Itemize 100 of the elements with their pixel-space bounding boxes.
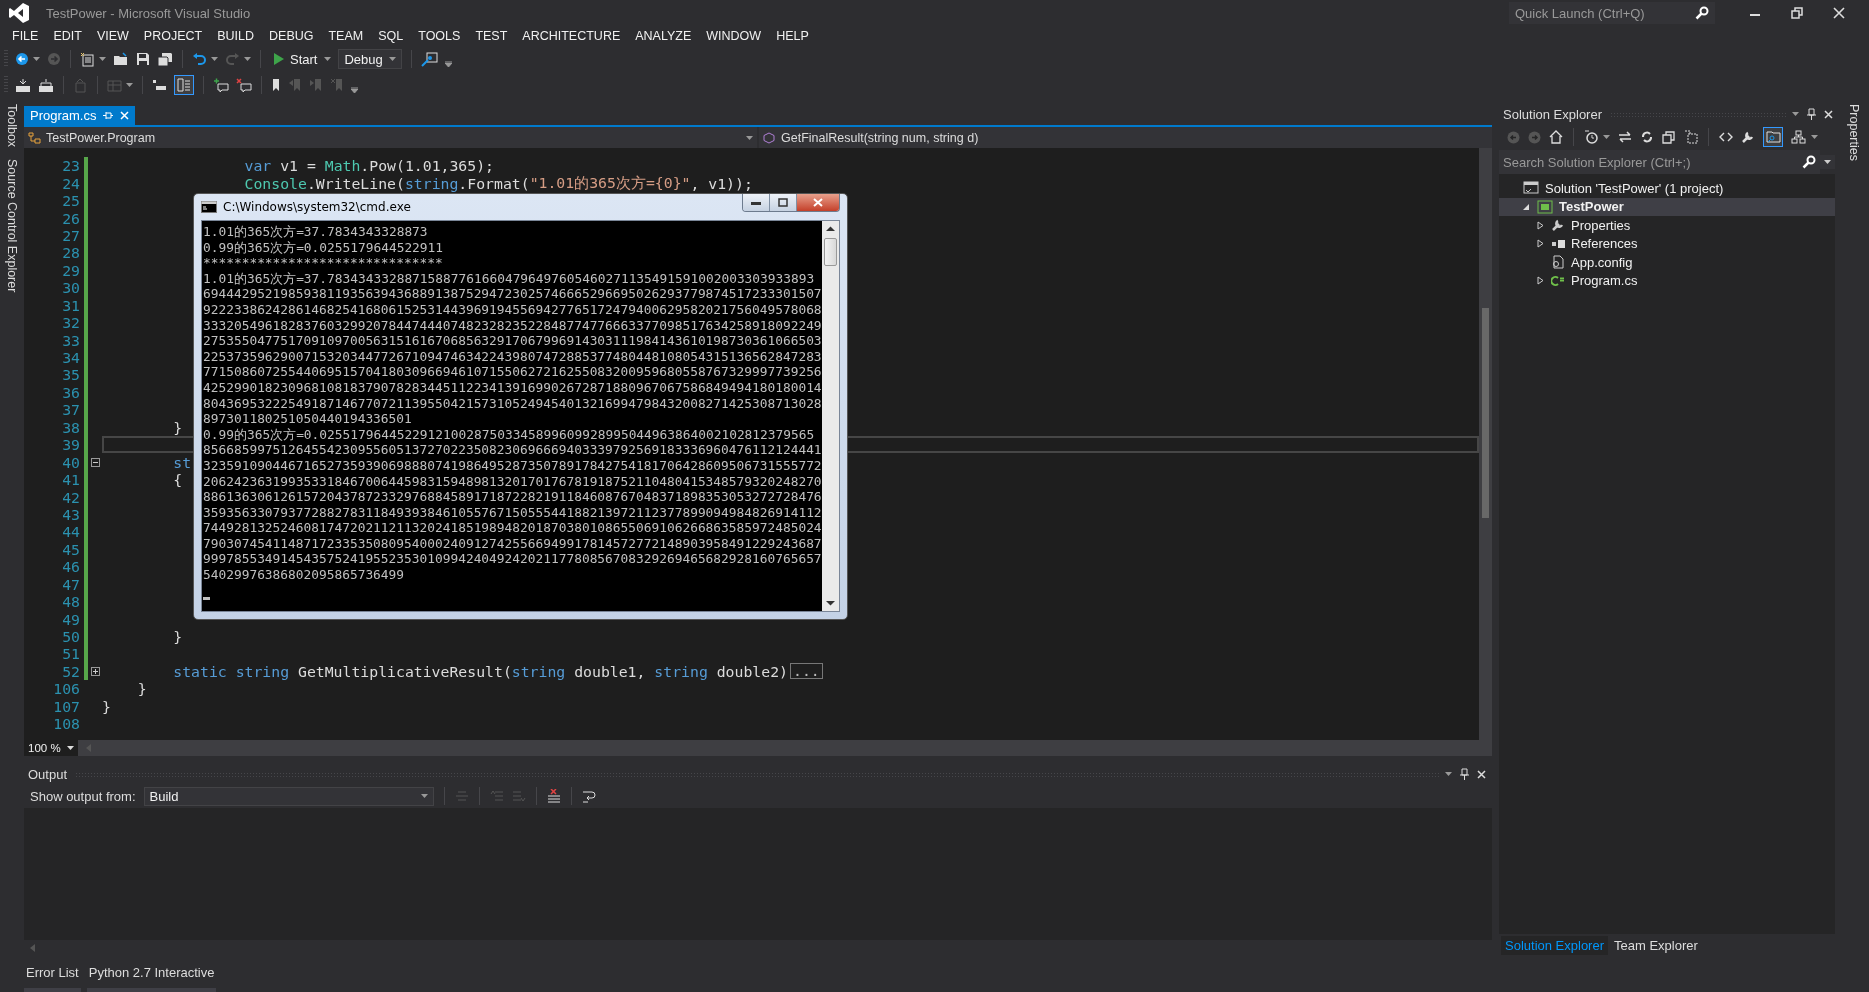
tree-item[interactable]: Properties [1499, 216, 1835, 235]
tree-item[interactable]: References [1499, 234, 1835, 253]
attach-process-icon[interactable] [421, 51, 439, 67]
menu-item[interactable]: ARCHITECTURE [516, 29, 630, 43]
caret-icon[interactable] [324, 57, 332, 61]
code-line: } [172, 418, 183, 436]
menu-item[interactable]: BUILD [211, 29, 263, 43]
collapsed-arrow-icon[interactable] [1536, 276, 1544, 286]
panel-tab[interactable]: Team Explorer [1610, 935, 1702, 955]
close-icon[interactable] [1833, 7, 1845, 19]
close-icon[interactable] [1824, 109, 1833, 119]
pin-icon[interactable] [1807, 108, 1816, 120]
restore-icon[interactable] [1791, 7, 1803, 19]
back-icon[interactable] [15, 52, 29, 66]
collapsed-arrow-icon[interactable] [1536, 220, 1544, 230]
code-icon[interactable] [1719, 132, 1733, 142]
caret-icon[interactable] [211, 57, 218, 61]
menu-item[interactable]: SQL [372, 29, 413, 43]
panel-tab[interactable]: Solution Explorer [1501, 935, 1608, 955]
uncomment-icon[interactable] [236, 78, 252, 92]
close-button[interactable] [797, 194, 839, 211]
menu-item[interactable]: HELP [770, 29, 818, 43]
build-icon[interactable] [15, 77, 31, 93]
clock-icon[interactable] [1584, 130, 1598, 144]
save-all-icon[interactable] [157, 51, 173, 67]
zoom-dropdown[interactable]: 100 % [24, 740, 78, 756]
caret-icon[interactable] [126, 83, 133, 87]
hierarchy-icon[interactable] [1791, 130, 1806, 144]
side-tab[interactable]: Source Control Explorer [5, 159, 19, 293]
sync-icon[interactable] [1618, 131, 1632, 143]
configuration-dropdown[interactable]: Debug [338, 49, 403, 69]
tree-item[interactable]: Program.cs [1499, 271, 1835, 290]
overflow-icon[interactable] [351, 87, 358, 93]
line-number: 40 [61, 453, 80, 471]
save-icon[interactable] [136, 52, 150, 66]
menu-item[interactable]: TEAM [322, 29, 373, 43]
comment-icon[interactable] [213, 78, 229, 92]
side-tab[interactable]: Properties [1847, 104, 1861, 161]
word-wrap-icon[interactable] [581, 789, 596, 803]
toggle-button[interactable] [1763, 127, 1783, 147]
scrollbar-thumb[interactable] [824, 238, 837, 266]
search-icon[interactable] [1695, 2, 1715, 24]
clear-all-icon[interactable] [546, 789, 561, 803]
tree-item[interactable]: App.config [1499, 253, 1835, 272]
caret-icon[interactable] [1445, 772, 1452, 776]
pin-icon[interactable] [1460, 768, 1469, 780]
play-icon [273, 53, 284, 65]
panel-tab[interactable]: Error List [24, 962, 81, 992]
outline-icon[interactable] [152, 78, 167, 92]
open-folder-icon[interactable] [113, 52, 129, 66]
overflow-icon[interactable] [445, 61, 453, 67]
minimize-button[interactable] [743, 194, 770, 211]
maximize-button[interactable] [770, 194, 797, 211]
collapsed-arrow-icon[interactable] [1536, 239, 1544, 249]
caret-icon[interactable] [33, 57, 40, 61]
caret-icon[interactable] [1820, 155, 1835, 169]
caret-icon[interactable] [1792, 112, 1799, 116]
member-dropdown[interactable]: GetFinalResult(string num, string d) [759, 127, 1492, 148]
start-button[interactable]: Start [270, 49, 321, 69]
caret-icon[interactable] [99, 57, 106, 61]
collapsed-code-marker[interactable]: ... [790, 663, 823, 680]
collapse-all-icon[interactable] [1662, 130, 1676, 144]
home-icon[interactable] [1549, 130, 1563, 144]
output-source-dropdown[interactable]: Build [143, 786, 434, 806]
undo-icon[interactable] [192, 52, 207, 66]
close-icon[interactable] [1477, 769, 1486, 779]
caret-icon[interactable] [1603, 135, 1610, 139]
line-number: 44 [61, 523, 80, 541]
show-all-files-icon[interactable] [1684, 130, 1698, 144]
wrench-icon[interactable] [1741, 130, 1755, 144]
side-tab[interactable]: Toolbox [5, 104, 19, 148]
menu-item[interactable]: EDIT [47, 29, 91, 43]
expand-icon[interactable] [90, 666, 100, 676]
menu-item[interactable]: TOOLS [412, 29, 470, 43]
scroll-down-icon[interactable] [826, 600, 835, 606]
class-dropdown[interactable]: TestPower.Program [24, 127, 757, 148]
vertical-scrollbar[interactable] [822, 221, 839, 611]
menu-item[interactable]: PROJECT [137, 29, 212, 43]
scroll-up-icon[interactable] [826, 226, 835, 232]
caret-icon[interactable] [244, 57, 251, 61]
menu-item[interactable]: FILE [6, 29, 48, 43]
build-icon[interactable] [38, 77, 54, 93]
quick-launch-field[interactable]: Quick Launch (Ctrl+Q) [1509, 2, 1695, 24]
menu-item[interactable]: VIEW [90, 29, 138, 43]
menu-item[interactable]: ANALYZE [629, 29, 701, 43]
vertical-scrollbar[interactable] [1479, 148, 1492, 740]
collapse-icon[interactable] [90, 457, 100, 467]
bookmark-icon[interactable] [271, 78, 281, 92]
search-field[interactable]: Search Solution Explorer (Ctrl+;) [1499, 150, 1798, 174]
tree-item[interactable]: Solution 'TestPower' (1 project) [1499, 179, 1835, 198]
expanded-arrow-icon[interactable] [1522, 202, 1530, 211]
menu-item[interactable]: WINDOW [700, 29, 771, 43]
panel-tab[interactable]: Python 2.7 Interactive [86, 962, 217, 992]
menu-item[interactable]: TEST [469, 29, 517, 43]
menu-item[interactable]: DEBUG [263, 29, 323, 43]
caret-icon[interactable] [1811, 135, 1818, 139]
toggle-button[interactable] [174, 75, 194, 95]
new-project-icon[interactable] [80, 51, 95, 67]
refresh-icon[interactable] [1640, 130, 1654, 144]
tree-item[interactable]: TestPower [1499, 197, 1835, 216]
